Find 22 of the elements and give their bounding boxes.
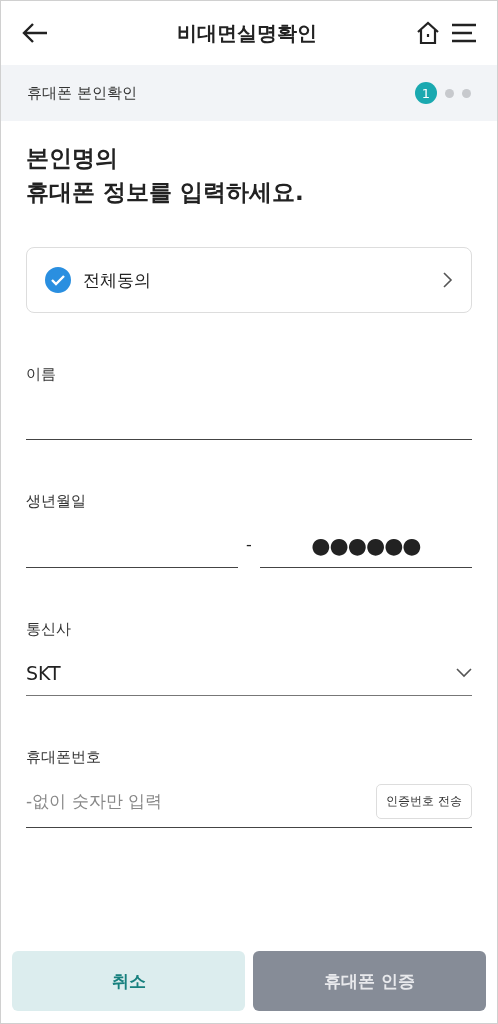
field-label: 통신사 (26, 620, 72, 639)
check-icon (51, 274, 65, 286)
field-label: 생년월일 (26, 492, 87, 511)
send-code-button[interactable]: 인증번호 전송 (376, 783, 472, 819)
field-label: 휴대폰번호 (26, 748, 102, 767)
chevron-down-icon (456, 668, 472, 678)
separator: - (246, 535, 252, 556)
checkbox[interactable] (45, 267, 71, 293)
home-icon[interactable] (415, 20, 441, 46)
back-icon[interactable] (21, 21, 49, 45)
menu-icon[interactable] (451, 22, 477, 44)
field-label: 이름 (26, 365, 57, 384)
chevron-right-icon (443, 272, 453, 288)
agree-all-row[interactable]: 전체동의 (26, 247, 472, 313)
carrier-dropdown[interactable]: SKT (26, 651, 472, 696)
page-heading: 본인명의 휴대폰 정보를 입력하세요. (26, 144, 305, 207)
page-title: 비대면실명확인 (176, 19, 318, 47)
masked-input[interactable]: ●●●●●● (259, 523, 472, 568)
cancel-button[interactable]: 취소 (12, 951, 245, 1011)
agree-label: 전체동의 (83, 268, 152, 292)
step-indicator: 1 (415, 82, 437, 104)
step-title: 휴대폰 본인확인 (27, 83, 137, 103)
